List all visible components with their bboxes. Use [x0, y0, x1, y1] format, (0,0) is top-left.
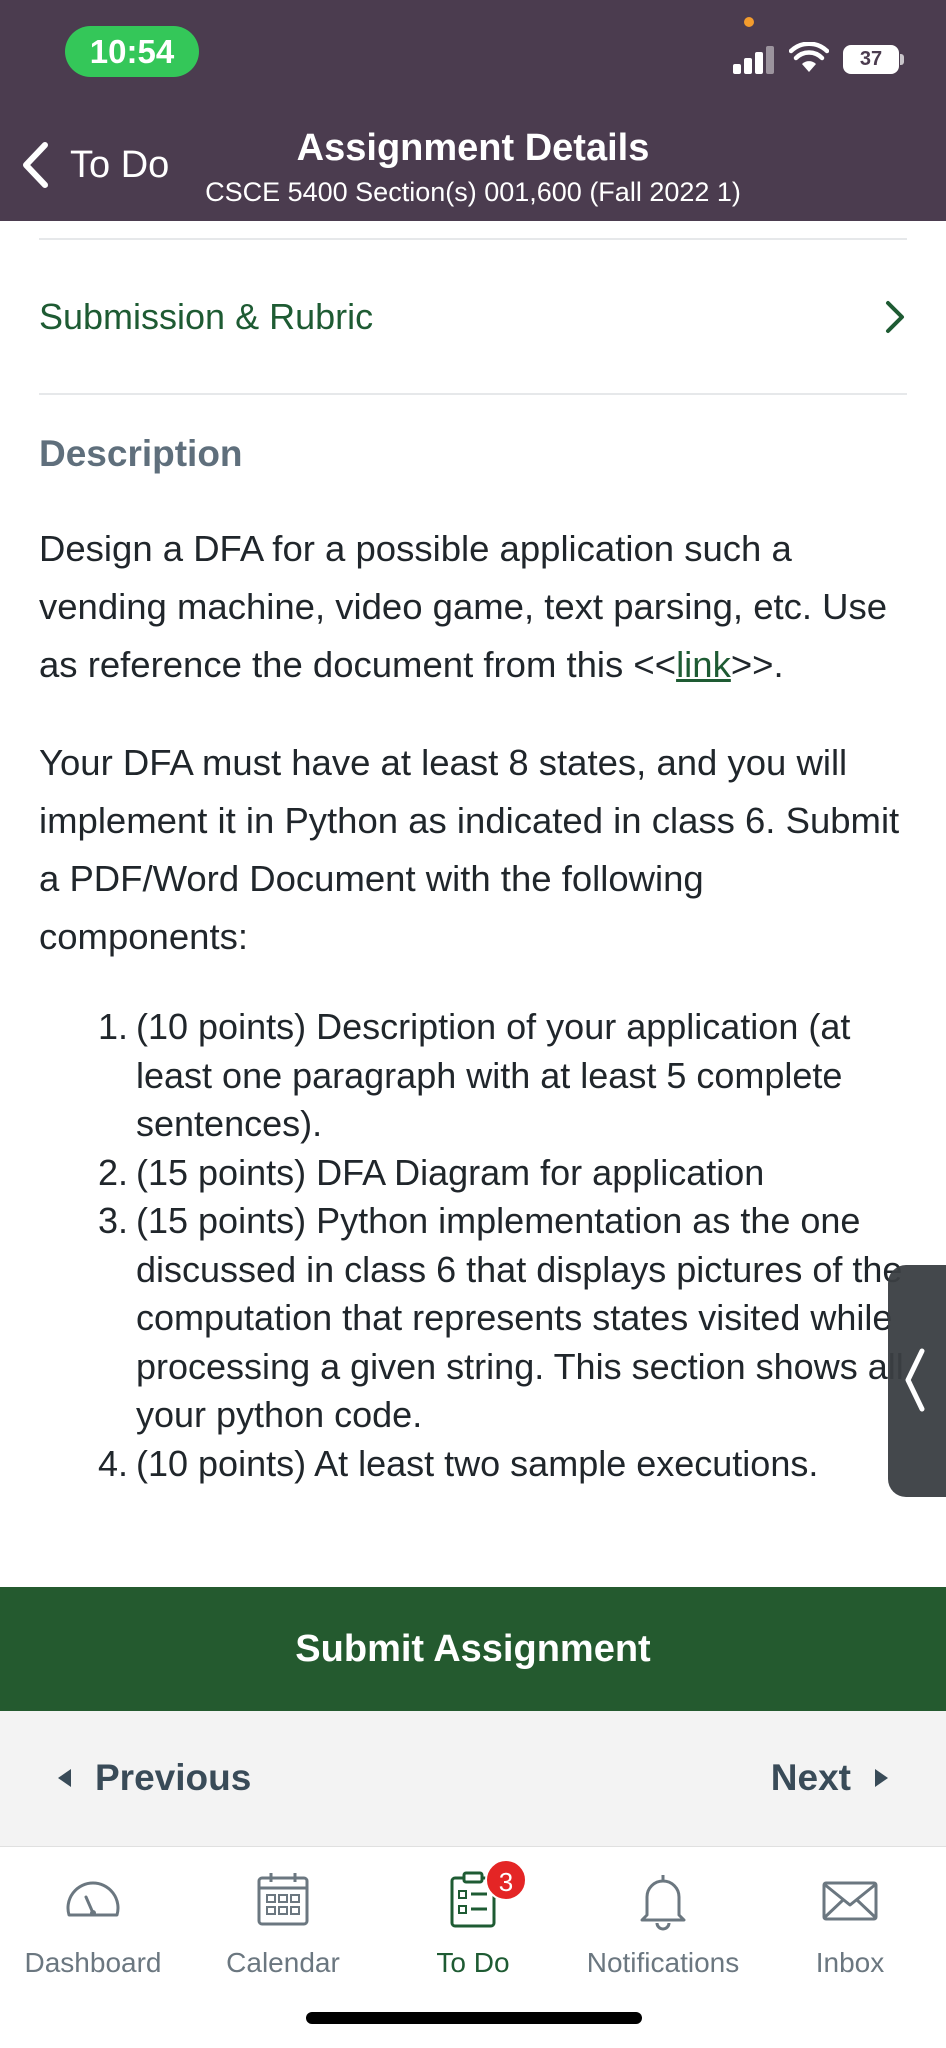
- caret-left-icon: [58, 1769, 71, 1787]
- status-time: 10:54: [65, 26, 199, 77]
- submission-rubric-row[interactable]: Submission & Rubric: [39, 262, 907, 372]
- wifi-icon: [789, 42, 829, 72]
- privacy-indicator-dot: [744, 17, 754, 27]
- submission-rubric-label: Submission & Rubric: [39, 296, 374, 337]
- chevron-left-icon: [905, 1348, 925, 1412]
- next-button[interactable]: Next: [771, 1757, 888, 1799]
- page-title: Assignment Details: [296, 127, 650, 169]
- side-panel-handle[interactable]: [888, 1265, 946, 1497]
- tab-calendar[interactable]: Calendar: [193, 1847, 373, 1979]
- list-item: 3. (15 points) Python implementation as t…: [97, 1200, 904, 1435]
- components-list: 1. (10 points) Description of your applic…: [78, 1003, 908, 1488]
- mail-icon: [822, 1881, 878, 1921]
- list-item: 2. (15 points) DFA Diagram for applicatio…: [97, 1151, 765, 1193]
- chevron-right-icon: [886, 301, 904, 333]
- battery-nub: [900, 54, 904, 65]
- submit-assignment-button[interactable]: Submit Assignment: [0, 1587, 946, 1711]
- tab-dashboard[interactable]: Dashboard: [3, 1847, 183, 1979]
- previous-button[interactable]: Previous: [58, 1757, 251, 1799]
- description-paragraph-1: Design a DFA for a possible application …: [39, 528, 888, 685]
- reference-link[interactable]: link: [676, 644, 731, 685]
- divider: [39, 393, 907, 395]
- calendar-icon: [257, 1873, 309, 1926]
- dashboard-icon: [66, 1881, 120, 1917]
- tab-inbox[interactable]: Inbox: [760, 1847, 940, 1979]
- tab-notifications[interactable]: Notifications: [573, 1847, 753, 1979]
- course-subtitle: CSCE 5400 Section(s) 001,600 (Fall 2022 …: [205, 177, 741, 207]
- list-item: 4. (10 points) At least two sample execut…: [97, 1442, 819, 1484]
- description-heading: Description: [39, 433, 243, 474]
- home-indicator: [306, 2012, 642, 2024]
- caret-right-icon: [875, 1769, 888, 1787]
- bell-icon: [640, 1875, 686, 1931]
- todo-badge: 3: [485, 1859, 527, 1901]
- cellular-signal-icon: [733, 44, 775, 74]
- description-paragraph-2: Your DFA must have at least 8 states, an…: [39, 742, 900, 957]
- battery-indicator: 37: [843, 45, 899, 74]
- divider: [39, 238, 907, 240]
- pager-bar: Previous Next: [0, 1711, 946, 1846]
- header-bar: 10:54 37 To Do Assignment Details CSCE 5…: [0, 0, 946, 221]
- list-item: 1. (10 points) Description of your applic…: [97, 1006, 851, 1144]
- tab-todo[interactable]: 3 To Do: [383, 1847, 563, 1979]
